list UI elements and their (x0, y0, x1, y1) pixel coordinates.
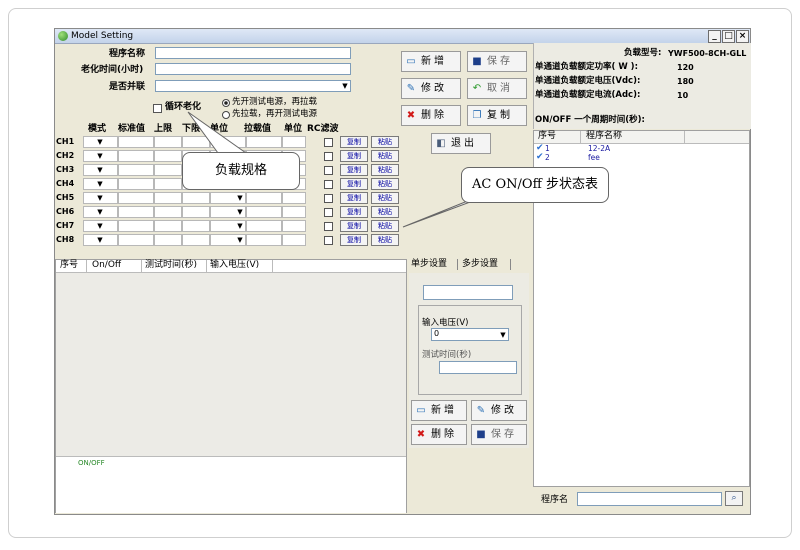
acstate-callout: AC ON/Off 步状态表 (461, 167, 609, 203)
load-spec-callout-pointer (187, 111, 248, 154)
load-spec-callout: 负载规格 (182, 152, 300, 190)
callout-pointers (187, 111, 506, 228)
